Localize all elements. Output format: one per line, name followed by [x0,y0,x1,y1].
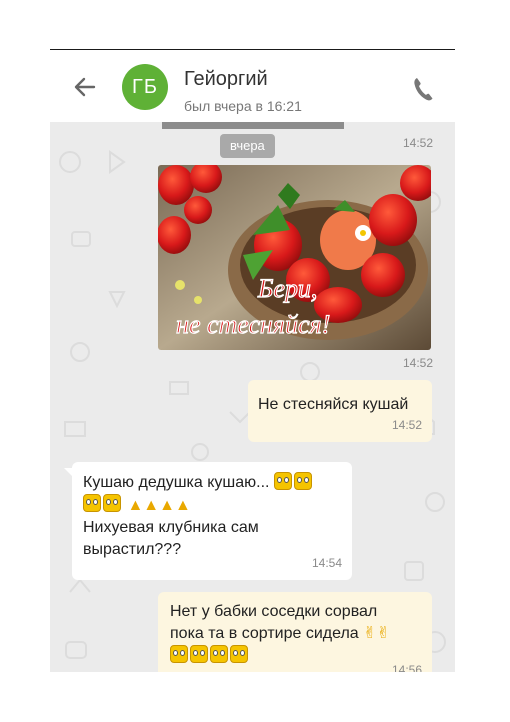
photo-time: 14:52 [402,356,433,370]
message-time: 14:52 [391,418,422,432]
message-text: Нет у бабки соседки сорвал [170,603,378,620]
thumbs-up-icon: ▲ [127,497,144,514]
date-separator: вчера [220,134,275,158]
message-time: 14:52 [402,136,433,150]
victory-hand-icon: ✌ [376,625,390,642]
avatar[interactable]: ГБ [122,64,168,110]
emoji-icon [210,645,228,663]
message-text: вырастил??? [83,541,182,558]
emoji-row [170,645,425,667]
emoji-row: ▲▲▲▲ [83,494,343,517]
emoji-icon [230,645,248,663]
photo-caption-line2: не стесняйся! [176,310,330,339]
thumbs-up-icon: ▲ [174,497,191,514]
previous-image-edge [162,122,344,129]
strawberry-photo: Бери, не стесняйся! [158,165,431,350]
message-text: Не стесняйся кушай [258,396,409,413]
chat-header: ГБ Гейоргий был вчера в 16:21 [50,52,455,122]
message-text: Нихуевая клубника сам [83,519,259,536]
message-line: Кушаю дедушка кушаю... [83,472,343,494]
emoji-icon [273,472,292,490]
emoji-icon [190,645,208,663]
message-text: Кушаю дедушка кушаю... [83,474,270,491]
back-arrow-icon[interactable] [72,74,98,100]
thumbs-up-icon: ▲ [159,497,175,514]
last-seen-status: был вчера в 16:21 [184,98,302,114]
emoji-icon [83,494,101,512]
photo-message[interactable]: Бери, не стесняйся! [158,165,431,350]
emoji-icon [170,645,188,663]
message-line: пока та в сортире сидела ✌✌ [170,623,425,645]
contact-name[interactable]: Гейоргий [184,68,268,91]
chat-area[interactable]: вчера 14:52 Бери, не стесняйся! 14:52 Не… [50,122,455,672]
message-time: 14:56 [391,663,422,672]
victory-hand-icon: ✌ [363,625,377,642]
emoji-icon [293,472,312,490]
message-text: пока та в сортире сидела [170,625,359,642]
phone-screen: ГБ Гейоргий был вчера в 16:21 вчера 14:5… [50,50,455,672]
phone-icon[interactable] [412,76,434,102]
message-time: 14:54 [311,556,342,570]
outgoing-message[interactable]: Не стесняйся кушай 14:52 [248,380,432,442]
outgoing-message[interactable]: Нет у бабки соседки сорвал пока та в сор… [158,592,432,672]
photo-caption-line1: Бери, [257,274,317,303]
incoming-message[interactable]: Кушаю дедушка кушаю... ▲▲▲▲ Нихуевая клу… [64,462,352,580]
thumbs-up-icon: ▲ [143,497,160,514]
emoji-icon [103,494,121,512]
